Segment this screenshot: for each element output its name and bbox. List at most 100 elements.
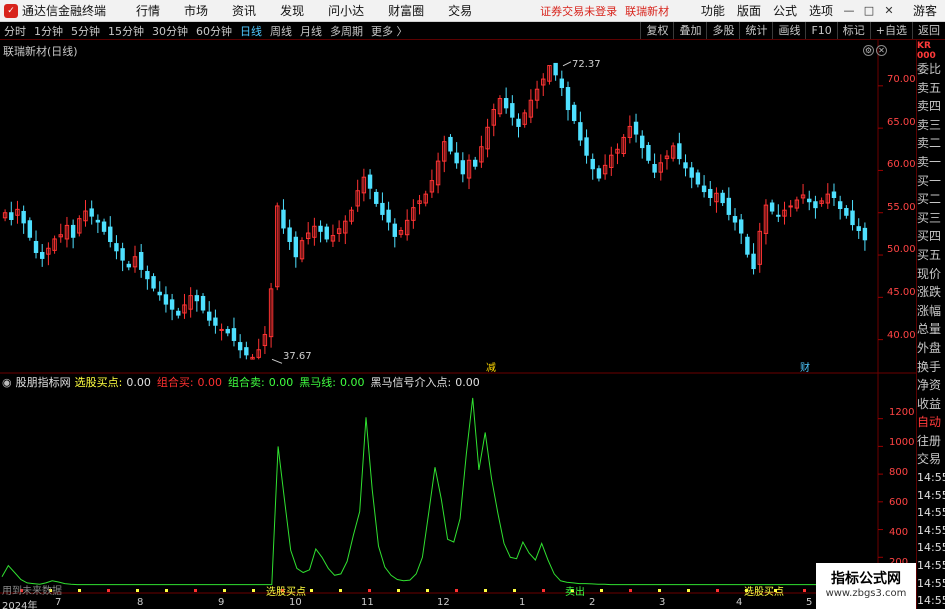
menu-gongneng[interactable]: 功能: [695, 2, 731, 19]
period-weekly[interactable]: 周线: [266, 23, 296, 39]
menu-faxian[interactable]: 发现: [268, 2, 316, 19]
panel-close-icon[interactable]: ✕: [876, 45, 887, 56]
quote-field-label[interactable]: 涨幅: [917, 302, 945, 321]
candle-body: [244, 347, 249, 356]
quote-field-label[interactable]: 卖三: [917, 116, 945, 135]
quote-field-label[interactable]: 卖五: [917, 79, 945, 98]
minimize-icon[interactable]: —: [841, 3, 857, 19]
candle-body: [367, 174, 373, 189]
signal-dot: [600, 589, 603, 592]
draw-line-button[interactable]: 画线: [772, 22, 805, 39]
current-stock-name: 联瑞新材: [625, 4, 670, 18]
mark-button[interactable]: 标记: [836, 22, 870, 39]
candle-body: [516, 118, 521, 127]
period-5min[interactable]: 5分钟: [67, 23, 104, 39]
candle-body: [788, 205, 793, 208]
candle-body: [652, 164, 657, 173]
candle-body: [776, 214, 781, 217]
period-1min[interactable]: 1分钟: [30, 23, 67, 39]
indicator-tick: 1000: [889, 437, 915, 448]
marker-cai[interactable]: 财: [800, 359, 810, 374]
multi-stock-button[interactable]: 多股: [706, 22, 739, 39]
period-60min[interactable]: 60分钟: [192, 23, 236, 39]
quote-field-label[interactable]: 委比: [917, 60, 945, 79]
quote-field-label[interactable]: 买三: [917, 209, 945, 228]
quote-field-label[interactable]: 买二: [917, 190, 945, 209]
candle-body: [95, 219, 101, 223]
menu-shichang[interactable]: 市场: [172, 2, 220, 19]
menu-xuanxiang[interactable]: 选项: [803, 2, 839, 19]
indicator-value-heima: 0.00: [339, 375, 365, 389]
menu-caifuquan[interactable]: 财富圈: [376, 2, 436, 19]
price-tick: 65.00: [887, 117, 916, 128]
back-button[interactable]: 返回: [912, 22, 945, 39]
indicator-tick: 400: [889, 527, 909, 538]
candle-body: [176, 310, 181, 316]
period-multi[interactable]: 多周期: [326, 23, 367, 39]
period-30min[interactable]: 30分钟: [148, 23, 192, 39]
indicator-menu-icon[interactable]: ◉: [2, 376, 12, 389]
period-monthly[interactable]: 月线: [296, 23, 326, 39]
close-icon[interactable]: ✕: [881, 3, 897, 19]
settings-icon[interactable]: ⚙: [863, 45, 874, 56]
quote-field-label[interactable]: 收益: [917, 395, 945, 414]
quote-field-label[interactable]: 总量: [917, 320, 945, 339]
quote-field-label[interactable]: 卖一: [917, 153, 945, 172]
x-axis-year: 2024年: [2, 601, 38, 609]
x-axis-month: 5: [806, 597, 813, 608]
period-more[interactable]: 更多 〉: [367, 23, 412, 39]
period-fenshi[interactable]: 分时: [0, 23, 30, 39]
menu-zixun[interactable]: 资讯: [220, 2, 268, 19]
quote-field-label[interactable]: 买五: [917, 246, 945, 265]
signal-dot: [397, 589, 400, 592]
marker-jian[interactable]: 减: [486, 359, 496, 374]
quote-field-label[interactable]: 净资: [917, 376, 945, 395]
quote-field-label[interactable]: 自动: [917, 413, 945, 432]
candle-body: [169, 299, 175, 310]
candle-body: [813, 201, 818, 209]
watermark-title: 指标公式网: [831, 571, 901, 587]
candle-body: [114, 243, 119, 252]
quote-field-label[interactable]: 卖二: [917, 134, 945, 153]
quote-field-label[interactable]: 买四: [917, 227, 945, 246]
add-watchlist-button[interactable]: +自选: [869, 22, 912, 39]
menu-wenxiaoda[interactable]: 问小达: [316, 2, 376, 19]
fuquan-button[interactable]: 复权: [640, 22, 673, 39]
login-alert[interactable]: 证券交易未登录: [540, 3, 617, 19]
candle-body: [324, 226, 329, 240]
menu-gongshi[interactable]: 公式: [767, 2, 803, 19]
quote-field-label[interactable]: 现价: [917, 265, 945, 284]
f10-button[interactable]: F10: [805, 22, 836, 39]
candle-body: [503, 98, 509, 109]
indicator-name[interactable]: 股朋指标网: [16, 374, 71, 390]
candle-body: [689, 167, 694, 178]
candle-body: [769, 202, 775, 212]
candle-body: [70, 224, 76, 238]
period-daily[interactable]: 日线: [236, 23, 266, 39]
quote-field-label[interactable]: 卖四: [917, 97, 945, 116]
kline-chart[interactable]: [0, 40, 916, 609]
quote-field-label[interactable]: 交易: [917, 450, 945, 469]
overlay-button[interactable]: 叠加: [673, 22, 706, 39]
indicator-label-heima: 黑马线:: [299, 376, 336, 389]
period-15min[interactable]: 15分钟: [104, 23, 148, 39]
maximize-icon[interactable]: □: [861, 3, 877, 19]
menu-banmian[interactable]: 版面: [731, 2, 767, 19]
candle-body: [578, 122, 583, 141]
guest-user[interactable]: 游客: [913, 2, 937, 19]
trade-times: 14:55 14:55 14:55 14:55 14:55 14:55 14:55 14:55: [917, 469, 945, 609]
menu-jiaoyi[interactable]: 交易: [436, 2, 484, 19]
stats-button[interactable]: 统计: [739, 22, 772, 39]
signal-dot: [629, 589, 632, 592]
quote-field-label[interactable]: 往册: [917, 432, 945, 451]
candle-body: [677, 143, 682, 160]
trade-time: 14:55: [917, 594, 945, 608]
quote-field-label[interactable]: 买一: [917, 172, 945, 191]
quote-field-label[interactable]: 换手: [917, 358, 945, 377]
signal-dot: [136, 589, 139, 592]
quote-field-label[interactable]: 涨跌: [917, 283, 945, 302]
menu-hangqing[interactable]: 行情: [124, 2, 172, 19]
quote-field-label[interactable]: 外盘: [917, 339, 945, 358]
candle-body: [219, 328, 224, 331]
signal-dot: [658, 589, 661, 592]
